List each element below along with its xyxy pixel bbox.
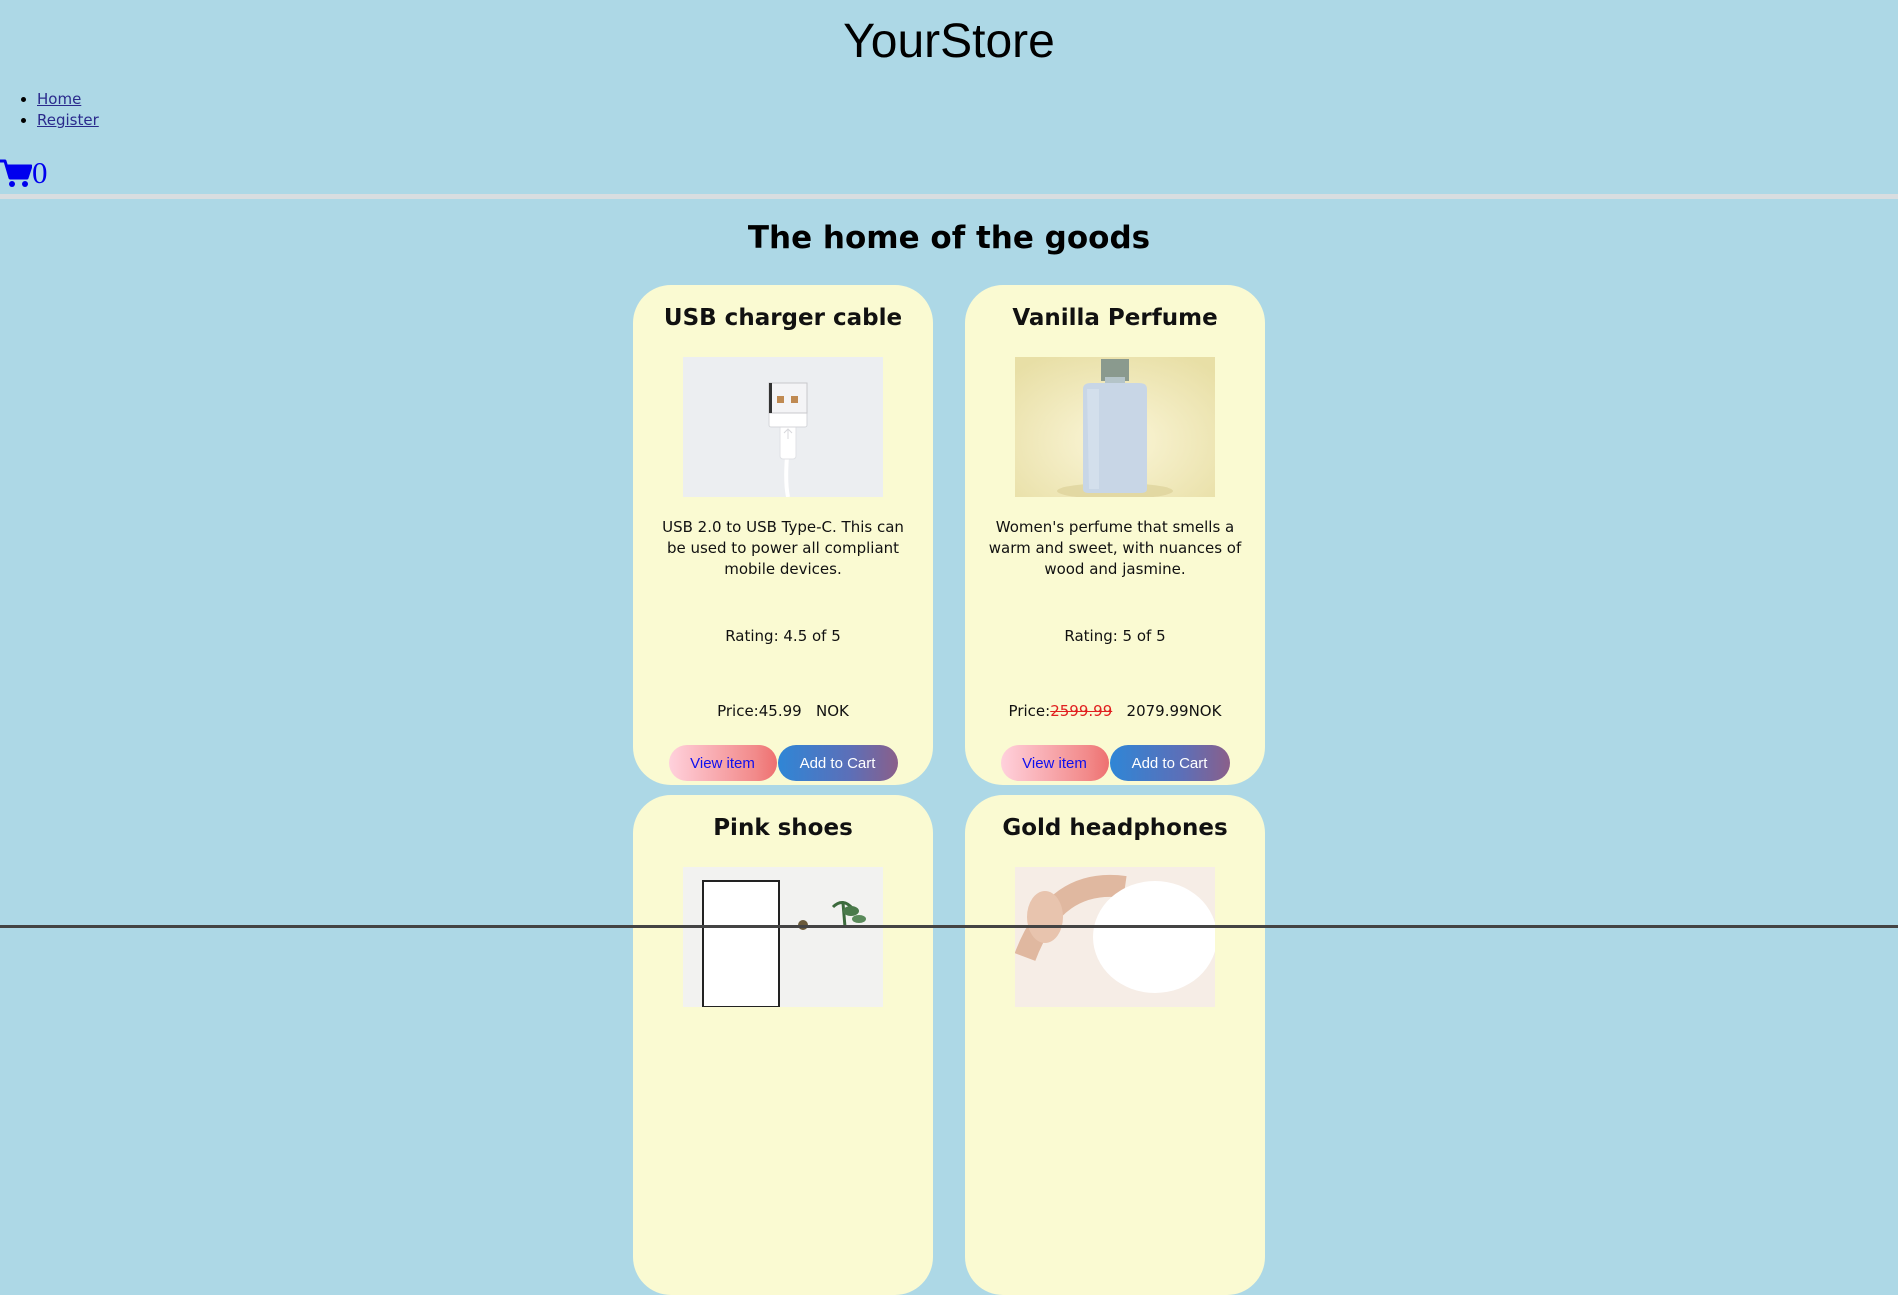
product-name: Pink shoes — [713, 815, 853, 841]
price-currency: NOK — [1188, 702, 1222, 720]
main-nav: Home Register — [0, 89, 99, 131]
cart-icon — [0, 158, 32, 188]
card-actions: View item Add to Cart — [965, 745, 1265, 781]
product-image-usb-cable[interactable] — [683, 357, 883, 497]
price-label: Price: — [717, 702, 759, 720]
view-item-button[interactable]: View item — [668, 745, 777, 781]
product-rating: Rating: 5 of 5 — [1064, 627, 1166, 645]
price-value: 2079.99 — [1126, 702, 1189, 720]
price-label: Price: — [1008, 702, 1051, 720]
header-divider — [0, 194, 1898, 199]
old-price: 2599.99 — [1050, 702, 1113, 720]
product-card: USB charger cable USB 2.0 to USB Type-C.… — [633, 285, 933, 785]
product-price: Price:2599.99 2079.99NOK — [965, 702, 1265, 720]
product-image-pink-shoes[interactable] — [683, 867, 883, 1007]
site-title: YourStore — [843, 15, 1055, 68]
product-image-gold-headphones[interactable] — [1015, 867, 1215, 1007]
product-name: Vanilla Perfume — [1012, 305, 1218, 331]
product-image-vanilla-perfume[interactable] — [1015, 357, 1215, 497]
cart-count: 0 — [32, 155, 48, 190]
product-description: Women's perfume that smells a warm and s… — [988, 518, 1242, 578]
product-card: Pink shoes — [633, 795, 933, 1295]
register-link[interactable]: Register — [37, 111, 99, 129]
product-name: USB charger cable — [663, 305, 903, 331]
view-item-button[interactable]: View item — [1000, 745, 1109, 781]
product-price: Price:45.99 NOK — [633, 702, 933, 720]
nav-item-home: Home — [37, 89, 99, 110]
page-heading: The home of the goods — [747, 220, 1151, 256]
add-to-cart-button[interactable]: Add to Cart — [1109, 745, 1230, 781]
product-card: Gold headphones — [965, 795, 1265, 1295]
card-actions: View item Add to Cart — [633, 745, 933, 781]
home-link[interactable]: Home — [37, 90, 81, 108]
product-description: USB 2.0 to USB Type-C. This can be used … — [662, 518, 904, 578]
cart-button[interactable]: 0 — [0, 155, 48, 191]
add-to-cart-button[interactable]: Add to Cart — [777, 745, 898, 781]
product-card: Vanilla Perfume Women's perfume that sme… — [965, 285, 1265, 785]
product-rating: Rating: 4.5 of 5 — [725, 627, 841, 645]
price-currency: NOK — [816, 702, 849, 720]
product-name: Gold headphones — [1002, 815, 1228, 841]
price-value: 45.99 — [758, 702, 802, 720]
nav-item-register: Register — [37, 110, 99, 131]
